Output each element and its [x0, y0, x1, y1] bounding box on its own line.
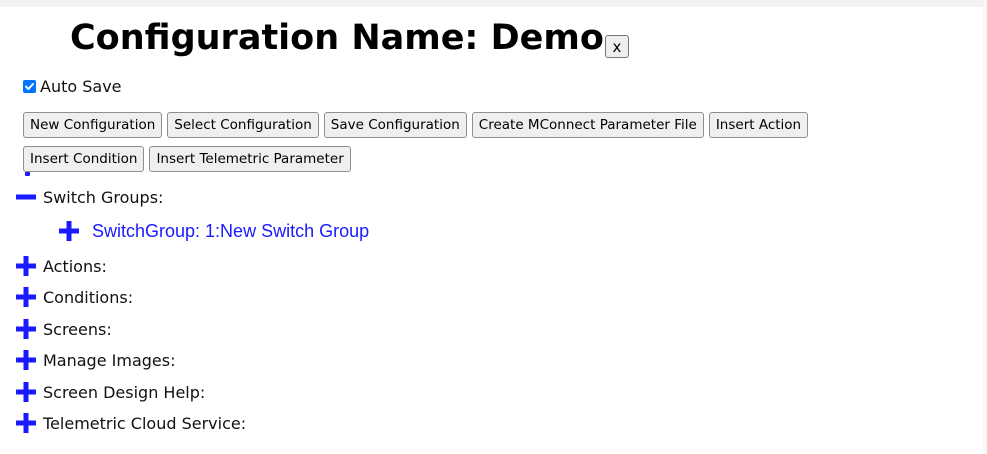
- plus-icon[interactable]: [15, 286, 37, 308]
- insert-telemetric-parameter-button[interactable]: Insert Telemetric Parameter: [149, 146, 351, 172]
- tree-node-screens[interactable]: Screens:: [15, 318, 112, 340]
- tree-node-telemetric-cloud-service[interactable]: Telemetric Cloud Service:: [15, 412, 246, 434]
- page-title: Configuration Name: Demo: [70, 18, 604, 58]
- tree-node-screen-design-help[interactable]: Screen Design Help:: [15, 381, 205, 403]
- plus-icon[interactable]: [15, 349, 37, 371]
- tree-node-label: Telemetric Cloud Service:: [43, 413, 247, 433]
- new-configuration-button[interactable]: New Configuration: [23, 112, 163, 138]
- title-row: Configuration Name: Demo x: [70, 12, 629, 64]
- tree-node-conditions[interactable]: Conditions:: [15, 286, 133, 308]
- tree-node-label: Conditions:: [43, 287, 134, 307]
- auto-save-label: Auto Save: [40, 77, 122, 96]
- plus-icon[interactable]: [15, 412, 37, 434]
- tree-node-label: Actions:: [43, 256, 107, 276]
- tree-node-label: Manage Images:: [43, 350, 176, 370]
- select-configuration-button[interactable]: Select Configuration: [167, 112, 319, 138]
- check-icon: [25, 83, 34, 90]
- insert-action-button[interactable]: Insert Action: [708, 112, 809, 138]
- auto-save-checkbox[interactable]: [23, 80, 36, 93]
- tree-node-actions[interactable]: Actions:: [15, 255, 107, 277]
- tree-connector-mark: [25, 172, 30, 176]
- close-icon[interactable]: x: [604, 35, 629, 58]
- plus-icon[interactable]: [58, 220, 80, 242]
- tree-node-switch-groups[interactable]: Switch Groups:: [15, 186, 163, 208]
- tree-node-manage-images[interactable]: Manage Images:: [15, 349, 175, 371]
- tree-node-label: Screens:: [43, 319, 112, 339]
- toolbar-row-2: Insert Condition Insert Telemetric Param…: [23, 146, 356, 172]
- minus-icon[interactable]: [15, 186, 37, 208]
- tree-node-switch-group-1[interactable]: SwitchGroup: 1:New Switch Group: [58, 220, 369, 242]
- create-mconnect-parameter-file-button[interactable]: Create MConnect Parameter File: [471, 112, 704, 138]
- auto-save-toggle[interactable]: Auto Save: [23, 77, 122, 96]
- plus-icon[interactable]: [15, 255, 37, 277]
- save-configuration-button[interactable]: Save Configuration: [323, 112, 467, 138]
- window-right-strip: [983, 0, 987, 454]
- switch-group-link[interactable]: SwitchGroup: 1:New Switch Group: [92, 221, 369, 242]
- window-top-strip: [0, 0, 987, 7]
- tree-node-label: Switch Groups:: [43, 187, 164, 207]
- plus-icon[interactable]: [15, 381, 37, 403]
- insert-condition-button[interactable]: Insert Condition: [23, 146, 145, 172]
- toolbar-row-1: New Configuration Select Configuration S…: [23, 112, 813, 138]
- tree-node-label: Screen Design Help:: [43, 382, 206, 402]
- plus-icon[interactable]: [15, 318, 37, 340]
